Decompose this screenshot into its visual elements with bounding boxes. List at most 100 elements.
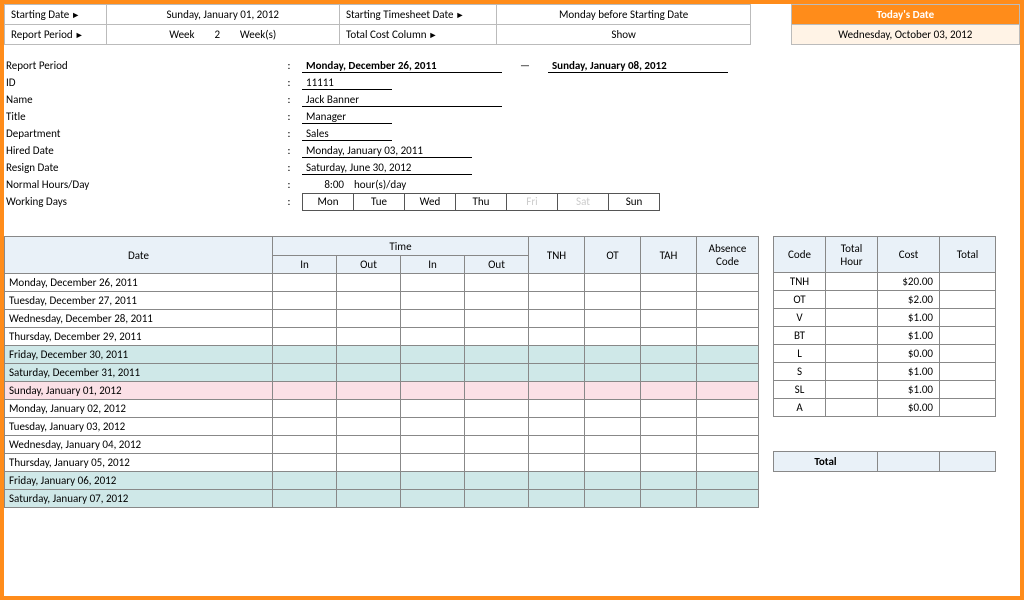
cell[interactable] — [337, 310, 401, 328]
cell[interactable] — [465, 490, 529, 508]
cell[interactable] — [529, 490, 585, 508]
hired-value[interactable]: Monday, January 03, 2011 — [302, 144, 472, 158]
cell[interactable] — [641, 310, 697, 328]
table-row[interactable]: Sunday, January 01, 2012 — [5, 382, 759, 400]
cell[interactable] — [585, 490, 641, 508]
day-wed[interactable]: Wed — [404, 193, 456, 211]
cell[interactable] — [641, 328, 697, 346]
cell[interactable] — [465, 382, 529, 400]
cell[interactable] — [585, 292, 641, 310]
cell[interactable] — [337, 472, 401, 490]
total-cost-value[interactable]: Show — [497, 25, 751, 45]
cell[interactable] — [273, 364, 337, 382]
cell[interactable] — [465, 274, 529, 292]
cell[interactable] — [641, 472, 697, 490]
cell[interactable] — [465, 418, 529, 436]
cell[interactable] — [529, 472, 585, 490]
day-sat[interactable]: Sat — [557, 193, 609, 211]
cell[interactable] — [641, 382, 697, 400]
cell[interactable] — [641, 274, 697, 292]
table-row[interactable]: Monday, January 02, 2012 — [5, 400, 759, 418]
starting-date-value[interactable]: Sunday, January 01, 2012 — [106, 5, 339, 25]
cell[interactable] — [529, 418, 585, 436]
cell[interactable] — [465, 436, 529, 454]
cell[interactable] — [337, 328, 401, 346]
table-row[interactable]: Wednesday, December 28, 2011 — [5, 310, 759, 328]
cell[interactable] — [697, 418, 759, 436]
cell[interactable] — [697, 292, 759, 310]
table-row[interactable]: Saturday, January 07, 2012 — [5, 490, 759, 508]
table-row[interactable]: Saturday, December 31, 2011 — [5, 364, 759, 382]
table-row[interactable]: Thursday, January 05, 2012 — [5, 454, 759, 472]
starting-ts-value[interactable]: Monday before Starting Date — [497, 5, 751, 25]
cell[interactable] — [401, 436, 465, 454]
cell[interactable] — [529, 274, 585, 292]
cell[interactable] — [697, 472, 759, 490]
cell[interactable] — [529, 436, 585, 454]
cell[interactable] — [529, 346, 585, 364]
cell[interactable] — [529, 400, 585, 418]
cell[interactable] — [697, 436, 759, 454]
table-row[interactable]: Friday, January 06, 2012 — [5, 472, 759, 490]
cell[interactable] — [401, 328, 465, 346]
cell[interactable] — [641, 364, 697, 382]
cell[interactable] — [337, 274, 401, 292]
cell[interactable] — [337, 490, 401, 508]
cell[interactable] — [465, 310, 529, 328]
cell[interactable] — [585, 436, 641, 454]
cell[interactable] — [465, 454, 529, 472]
cell[interactable] — [273, 274, 337, 292]
cell[interactable] — [273, 400, 337, 418]
cell[interactable] — [337, 382, 401, 400]
cell[interactable] — [401, 490, 465, 508]
cell[interactable] — [697, 364, 759, 382]
cell[interactable] — [697, 490, 759, 508]
day-fri[interactable]: Fri — [506, 193, 558, 211]
cell[interactable] — [401, 382, 465, 400]
cell[interactable] — [585, 274, 641, 292]
cell[interactable] — [585, 472, 641, 490]
cell[interactable] — [529, 454, 585, 472]
cell[interactable] — [273, 436, 337, 454]
cell[interactable] — [401, 364, 465, 382]
day-sun[interactable]: Sun — [608, 193, 660, 211]
cell[interactable] — [337, 292, 401, 310]
cell[interactable] — [337, 454, 401, 472]
cell[interactable] — [697, 310, 759, 328]
table-row[interactable]: Tuesday, December 27, 2011 — [5, 292, 759, 310]
cell[interactable] — [697, 274, 759, 292]
cell[interactable] — [273, 346, 337, 364]
cell[interactable] — [273, 454, 337, 472]
cell[interactable] — [641, 346, 697, 364]
cell[interactable] — [465, 472, 529, 490]
cell[interactable] — [465, 364, 529, 382]
cell[interactable] — [585, 400, 641, 418]
table-row[interactable]: Friday, December 30, 2011 — [5, 346, 759, 364]
table-row[interactable]: Thursday, December 29, 2011 — [5, 328, 759, 346]
cell[interactable] — [465, 328, 529, 346]
cell[interactable] — [529, 382, 585, 400]
cell[interactable] — [465, 292, 529, 310]
cell[interactable] — [529, 310, 585, 328]
cell[interactable] — [641, 400, 697, 418]
table-row[interactable]: Tuesday, January 03, 2012 — [5, 418, 759, 436]
cell[interactable] — [401, 292, 465, 310]
cell[interactable] — [697, 454, 759, 472]
id-value[interactable]: 11111 — [302, 76, 392, 90]
cell[interactable] — [337, 418, 401, 436]
cell[interactable] — [401, 472, 465, 490]
cell[interactable] — [585, 454, 641, 472]
cell[interactable] — [401, 454, 465, 472]
cell[interactable] — [585, 346, 641, 364]
cell[interactable] — [641, 292, 697, 310]
cell[interactable] — [697, 346, 759, 364]
cell[interactable] — [273, 382, 337, 400]
cell[interactable] — [697, 328, 759, 346]
cell[interactable] — [401, 418, 465, 436]
cell[interactable] — [273, 472, 337, 490]
cell[interactable] — [273, 310, 337, 328]
cell[interactable] — [641, 436, 697, 454]
cell[interactable] — [585, 328, 641, 346]
cell[interactable] — [641, 454, 697, 472]
day-thu[interactable]: Thu — [455, 193, 507, 211]
